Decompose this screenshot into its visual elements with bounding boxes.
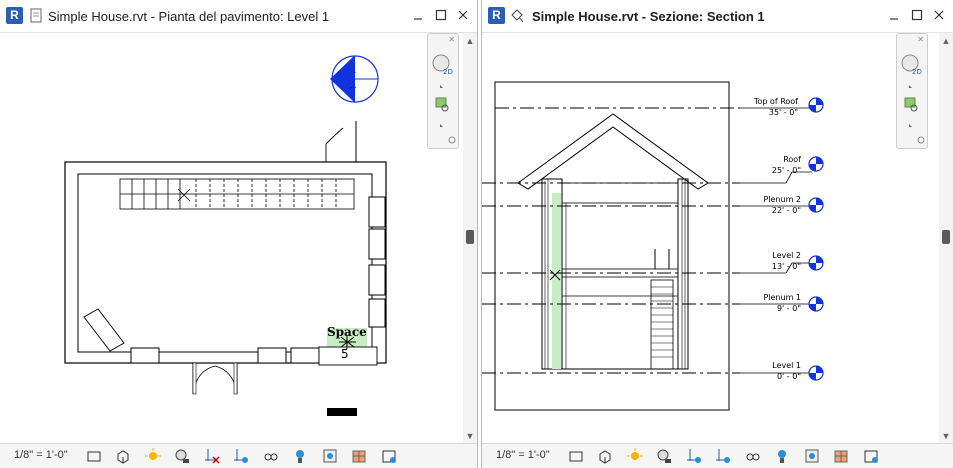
minimize-button[interactable] [410, 7, 426, 23]
navigation-bar[interactable]: ✕ 2D [427, 33, 459, 149]
temporary-hide-icon[interactable] [745, 448, 761, 464]
view-scale[interactable]: 1/8" = 1'-0" [14, 449, 68, 461]
analytical-model-icon[interactable] [833, 448, 849, 464]
scroll-up-icon[interactable]: ▲ [941, 36, 951, 46]
space-tag-label[interactable]: Space [327, 325, 367, 339]
level-name-roof[interactable]: Roof [746, 155, 801, 164]
visual-style-icon[interactable] [115, 448, 131, 464]
view-control-bar: 1/8" = 1'-0" [482, 443, 953, 468]
shadows-icon[interactable] [174, 448, 190, 464]
level-elevation-level-1[interactable]: 0' - 0" [746, 372, 801, 381]
maximize-icon [911, 9, 922, 21]
minimize-icon [414, 18, 423, 20]
view-title-bar[interactable]: R Simple House.rvt - Pianta del paviment… [0, 0, 477, 33]
space-tag-number[interactable]: 5 [341, 347, 349, 361]
analytical-model-icon[interactable] [351, 448, 367, 464]
scroll-thumb[interactable] [942, 230, 950, 244]
level-elevation-level-2[interactable]: 13' - 0" [746, 262, 801, 271]
elevation-tag-top: . [354, 66, 357, 75]
view-title: Simple House.rvt - Pianta del pavimento:… [48, 9, 330, 24]
reveal-hidden-icon[interactable] [774, 448, 790, 464]
floor-plan-view-window[interactable]: R Simple House.rvt - Pianta del paviment… [0, 0, 478, 468]
view-control-bar: 1/8" = 1'-0" [0, 443, 477, 468]
svg-text:2D: 2D [443, 68, 453, 76]
navbar-tools: 2D [901, 54, 925, 144]
floor-plan-drawing [64, 55, 387, 416]
section-view-window[interactable]: R Simple House.rvt - Sezione: Section 1 [481, 0, 953, 468]
view-title: Simple House.rvt - Sezione: Section 1 [532, 9, 765, 24]
shadows-icon[interactable] [656, 448, 672, 464]
scroll-thumb[interactable] [466, 230, 474, 244]
close-button[interactable] [931, 7, 947, 23]
level-name-level-1[interactable]: Level 1 [746, 361, 801, 370]
constraints-icon[interactable] [863, 448, 879, 464]
scroll-up-icon[interactable]: ▲ [465, 36, 475, 46]
vertical-scrollbar[interactable]: ▲ ▼ [939, 33, 953, 444]
show-crop-region-icon[interactable] [233, 448, 249, 464]
close-navbar-icon[interactable]: ✕ [448, 35, 455, 44]
level-elevation-plenum-1[interactable]: 9' - 0" [746, 304, 801, 313]
constraints-icon[interactable] [381, 448, 397, 464]
reveal-hidden-icon[interactable] [292, 448, 308, 464]
elevation-marker[interactable] [330, 55, 379, 103]
level-name-plenum-2[interactable]: Plenum 2 [746, 195, 801, 204]
scroll-down-icon[interactable]: ▼ [465, 431, 475, 441]
minimize-button[interactable] [886, 7, 902, 23]
worksharing-icon[interactable] [804, 448, 820, 464]
navigation-bar[interactable]: ✕ 2D [896, 33, 928, 149]
level-elevation-roof[interactable]: 25' - 0" [746, 166, 801, 175]
document-icon [30, 8, 42, 23]
show-crop-region-icon[interactable] [715, 448, 731, 464]
maximize-button[interactable] [909, 7, 925, 23]
close-navbar-icon[interactable]: ✕ [917, 35, 924, 44]
section-canvas[interactable]: Top of Roof 35' - 0" Roof 25' - 0" Plenu… [482, 33, 939, 444]
revit-logo-icon: R [6, 7, 23, 24]
level-name-plenum-1[interactable]: Plenum 1 [746, 293, 801, 302]
level-elevation-plenum-2[interactable]: 22' - 0" [746, 206, 801, 215]
close-icon [458, 10, 468, 20]
view-scale[interactable]: 1/8" = 1'-0" [496, 449, 550, 461]
visual-style-icon[interactable] [597, 448, 613, 464]
crop-view-icon[interactable] [204, 448, 220, 464]
svg-text:2D: 2D [912, 68, 922, 76]
elevation-tag-bottom: ... [350, 81, 357, 90]
level-elevation-top-of-roof[interactable]: 35' - 0" [746, 108, 798, 117]
level-name-level-2[interactable]: Level 2 [746, 251, 801, 260]
staircase [119, 178, 355, 210]
revit-logo-icon: R [488, 7, 505, 24]
maximize-icon [435, 9, 446, 21]
crop-view-icon[interactable] [686, 448, 702, 464]
level-name-top-of-roof[interactable]: Top of Roof [746, 97, 798, 106]
minimize-icon [890, 18, 899, 20]
worksharing-icon[interactable] [322, 448, 338, 464]
section-view-icon [511, 9, 524, 23]
detail-level-icon[interactable] [568, 448, 584, 464]
scroll-down-icon[interactable]: ▼ [941, 431, 951, 441]
section-drawing [482, 81, 824, 411]
close-icon [934, 10, 944, 20]
space-section-fill [552, 193, 561, 369]
floor-plan-canvas[interactable]: Space 5 . ... ✕ 2D [0, 33, 463, 444]
vertical-scrollbar[interactable]: ▲ ▼ [463, 33, 477, 444]
level-heads[interactable] [740, 97, 824, 381]
detail-level-icon[interactable] [86, 448, 102, 464]
sun-path-icon[interactable] [626, 448, 643, 464]
maximize-button[interactable] [433, 7, 449, 23]
close-button[interactable] [455, 7, 471, 23]
view-title-bar[interactable]: R Simple House.rvt - Sezione: Section 1 [482, 0, 953, 33]
sun-path-icon[interactable] [144, 448, 161, 464]
temporary-hide-icon[interactable] [263, 448, 279, 464]
navbar-tools: 2D [432, 54, 456, 144]
